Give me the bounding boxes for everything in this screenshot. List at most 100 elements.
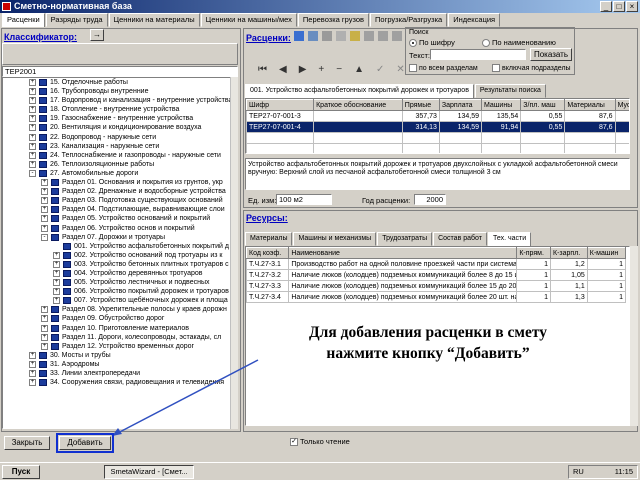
tree-item[interactable]: + Раздел 08. Укрепительные полосы у краев… [3,305,237,314]
rates-column-header[interactable]: Машины [481,99,522,111]
table-row[interactable]: ТЕР27-07-001-3 357,73 134,59 135,54 0,55 87,6 [246,110,629,122]
tree-item[interactable]: + Раздел 01. Основания и покрытия из грун… [3,178,237,187]
tree-item[interactable]: +31. Аэродромы [3,360,237,369]
tree-item[interactable]: +004. Устройство деревянных тротуаров [3,269,237,278]
start-button[interactable]: Пуск [2,465,40,479]
tree-item[interactable]: +30. Мосты и трубы [3,351,237,360]
tree-item[interactable]: +23. Канализация - наружные сети [3,142,237,151]
expand-icon[interactable]: + [41,224,48,232]
expand-icon[interactable]: + [29,370,36,377]
resources-column-header[interactable]: Наименование [288,247,518,259]
rates-column-header[interactable]: Шифр [246,99,315,111]
rates-column-header[interactable]: Мусор [614,99,629,111]
tree-item[interactable]: +20. Вентиляция и кондиционирование возд… [3,123,237,132]
resources-column-header[interactable]: К-машин [586,247,627,259]
tree-item[interactable]: 001. Устройство асфальтобетонных покрыти… [3,242,237,251]
expand-icon[interactable]: + [29,115,36,123]
expand-icon[interactable]: + [41,197,48,205]
expand-icon[interactable]: + [53,269,60,277]
expand-icon[interactable]: + [29,79,36,86]
tree-item[interactable]: +19. Газоснабжение - внутренние устройст… [3,114,237,123]
prev-record-icon[interactable]: ◀ [279,64,287,75]
note-icon[interactable] [350,31,360,41]
language-indicator[interactable]: RU [573,466,584,478]
tree-item[interactable]: + Раздел 03. Подготовка существующих осно… [3,196,237,205]
expand-icon[interactable]: + [29,133,36,141]
filter-icon[interactable] [378,31,388,41]
expand-icon[interactable]: + [41,333,48,341]
tree-item[interactable]: +33. Линии электропередачи [3,369,237,378]
expand-icon[interactable]: + [41,342,48,350]
close-dialog-button[interactable]: Закрыть [4,436,50,450]
minimize-button[interactable]: _ [600,1,612,12]
taskbar-app-button[interactable]: SmetaWizard - [Смет... [104,465,194,479]
search-input[interactable] [430,49,526,60]
copy-icon[interactable] [294,31,304,41]
radio-by-code[interactable]: По шифру [409,38,455,48]
tree-item[interactable]: +34. Сооружения связи, радиовещания и те… [3,378,237,387]
rates-column-header[interactable]: Зарплата [438,99,483,111]
expand-icon[interactable]: + [29,360,36,368]
resources-column-header[interactable]: Код коэф. [246,247,290,259]
tree-item[interactable]: +26. Теплоизоляционные работы [3,160,237,169]
print-icon[interactable] [308,31,318,41]
tree-item[interactable]: +24. Теплоснабжение и газопроводы - нару… [3,151,237,160]
resources-tab[interactable]: Состав работ [433,232,487,246]
expand-icon[interactable]: + [41,324,48,332]
year-field[interactable]: 2000 [414,194,446,205]
tree-item[interactable]: + Раздел 02. Дренажные и водосборные устр… [3,187,237,196]
radio-by-name[interactable]: По наименованию [482,38,556,48]
tree-item[interactable]: +005. Устройство лестничных и подвесных [3,278,237,287]
tab-search-results[interactable]: Результаты поиска [474,84,546,98]
expand-icon[interactable]: + [29,351,36,359]
table-row[interactable]: Т.Ч.27-3.4 Наличие люков (колодцев) подзе… [246,291,627,303]
delete-record-icon[interactable]: − [336,64,342,75]
maximize-button[interactable]: □ [613,1,625,12]
readonly-checkbox[interactable]: ✓ Только чтение [290,437,350,447]
table-row[interactable]: Т.Ч.27-3.3 Наличие люков (колодцев) подзе… [246,280,627,292]
tab-labor-grades[interactable]: Разряды труда [45,13,108,27]
expand-icon[interactable]: + [53,260,60,268]
table-row[interactable]: Т.Ч.27-3.1 Производство работ на одной по… [246,258,627,270]
tree-item[interactable]: - Раздел 07. Дорожки и тротуары [3,233,237,242]
resources-tab[interactable]: Тех. части [487,232,532,246]
expand-icon[interactable]: + [29,160,36,168]
tree-item[interactable]: + Раздел 10. Приготовление материалов [3,324,237,333]
resources-tab[interactable]: Машины и механизмы [293,232,377,246]
tree-item[interactable]: - 27. Автомобильные дороги [3,169,237,178]
expand-icon[interactable]: + [41,215,48,223]
expand-icon[interactable]: + [29,106,36,114]
expand-icon[interactable]: + [53,297,60,305]
tree-item[interactable]: +006. Устройство покрытий дорожек и трот… [3,287,237,296]
close-button[interactable]: × [626,1,638,12]
tab-rates[interactable]: Расценки [2,13,45,27]
tree-item[interactable]: +007. Устройство щебёночных дорожек и пл… [3,296,237,305]
expand-icon[interactable]: + [29,88,36,96]
tree-item[interactable]: + Раздел 05. Устройство оснований и покры… [3,214,237,223]
base-field[interactable]: ТЕР2001 [2,66,238,77]
tree-item[interactable]: +17. Водопровод и канализация - внутренн… [3,96,237,105]
expand-icon[interactable]: + [29,124,36,132]
resources-tab[interactable]: Материалы [245,232,293,246]
show-button[interactable]: Показать [530,48,572,61]
tree-item[interactable]: + Раздел 04. Подстилающие, выравнивающие … [3,205,237,214]
expand-icon[interactable]: + [29,142,36,150]
tab-cargo-transport[interactable]: Перевозка грузов [297,13,370,27]
resources-scrollbar[interactable] [630,246,638,426]
expand-icon[interactable]: + [41,306,48,314]
first-record-icon[interactable]: ⏮ [258,64,267,75]
tree-item[interactable]: +15. Отделочные работы [3,78,237,87]
rates-column-header[interactable]: Краткое обоснование [313,99,403,111]
expand-icon[interactable]: + [29,379,36,387]
unit-field[interactable]: 100 м2 [276,194,332,205]
tree-item[interactable]: + Раздел 11. Дороги, колесопроводы, эстак… [3,333,237,342]
arrow-right-icon[interactable]: → [90,29,104,41]
table-row[interactable]: Т.Ч.27-3.2 Наличие люков (колодцев) подзе… [246,269,627,281]
check-icon[interactable]: ✓ [376,64,384,75]
tree-item[interactable]: +22. Водопровод - наружные сети [3,133,237,142]
all-sections-checkbox[interactable]: по всем разделам [409,64,478,72]
rates-column-header[interactable]: З/пл. маш [520,99,566,111]
tree-item[interactable]: +002. Устройство оснований под тротуары … [3,251,237,260]
expand-icon[interactable]: + [53,279,60,287]
collapse-icon[interactable]: - [41,233,48,241]
